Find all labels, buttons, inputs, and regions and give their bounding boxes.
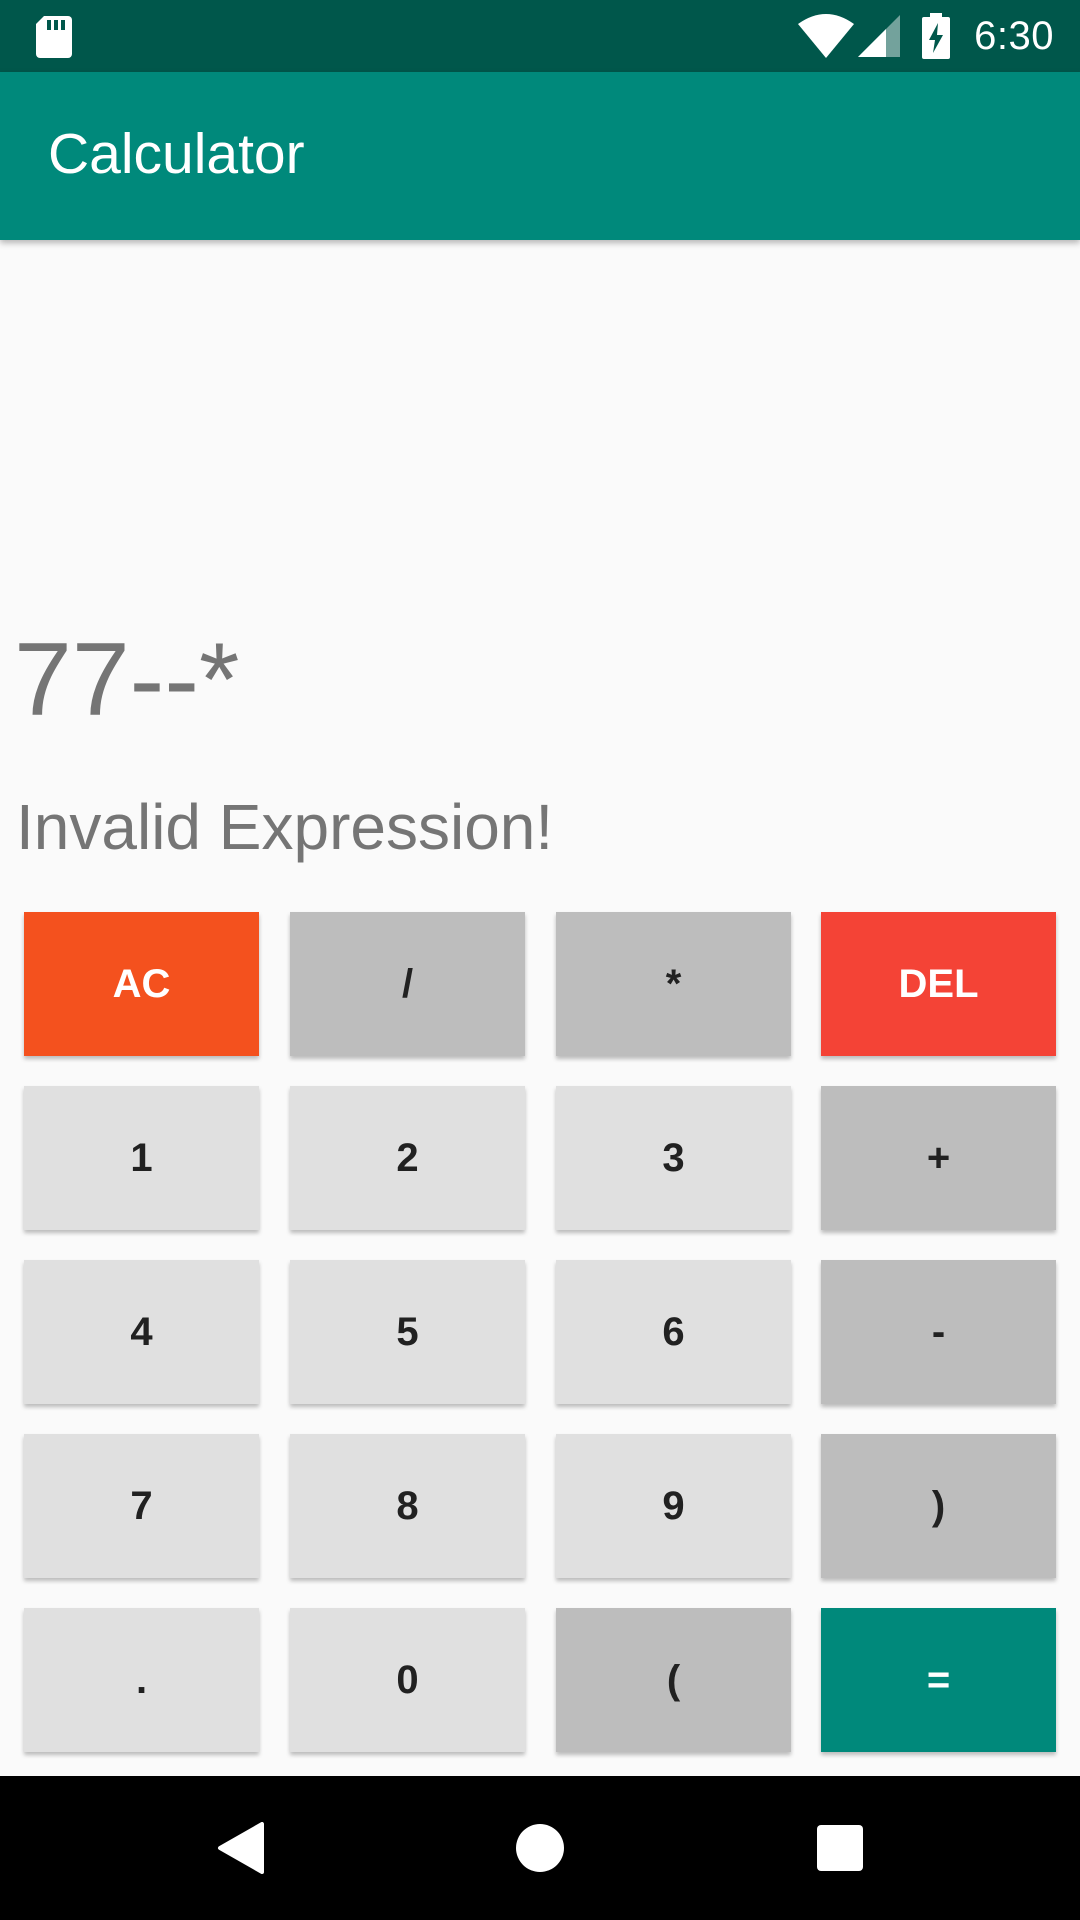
nav-back-button[interactable]	[160, 1776, 320, 1920]
digit-7-button[interactable]: 7	[24, 1434, 259, 1578]
open-paren-button[interactable]: (	[556, 1608, 791, 1752]
digit-8-button[interactable]: 8	[290, 1434, 525, 1578]
minus-button[interactable]: -	[821, 1260, 1056, 1404]
close-paren-button[interactable]: )	[821, 1434, 1056, 1578]
back-icon	[218, 1822, 264, 1874]
navigation-bar	[0, 1776, 1080, 1920]
equals-button[interactable]: =	[821, 1608, 1056, 1752]
multiply-button[interactable]: *	[556, 912, 791, 1056]
nav-recent-apps-button[interactable]	[760, 1776, 920, 1920]
digit-3-button[interactable]: 3	[556, 1086, 791, 1230]
delete-button[interactable]: DEL	[821, 912, 1056, 1056]
digit-1-button[interactable]: 1	[24, 1086, 259, 1230]
result-display: Invalid Expression!	[16, 791, 554, 863]
ac-button[interactable]: AC	[24, 912, 259, 1056]
digit-9-button[interactable]: 9	[556, 1434, 791, 1578]
status-icons: 6:30	[798, 0, 1054, 72]
nav-home-button[interactable]	[460, 1776, 620, 1920]
expression-display: 77--*	[14, 622, 240, 738]
digit-4-button[interactable]: 4	[24, 1260, 259, 1404]
app-title: Calculator	[48, 122, 305, 186]
keypad: AC / * DEL 1 2 3 + 4 5 6 - 7 8 9 ) . 0 (…	[24, 912, 1056, 1752]
home-icon	[516, 1824, 564, 1872]
status-time: 6:30	[974, 13, 1054, 58]
divide-button[interactable]: /	[290, 912, 525, 1056]
signal-icon	[858, 15, 901, 57]
sd-card-icon	[36, 16, 72, 58]
digit-0-button[interactable]: 0	[290, 1608, 525, 1752]
digit-2-button[interactable]: 2	[290, 1086, 525, 1230]
decimal-point-button[interactable]: .	[24, 1608, 259, 1752]
digit-5-button[interactable]: 5	[290, 1260, 525, 1404]
recent-apps-icon	[817, 1825, 863, 1871]
battery-charging-icon	[922, 13, 951, 59]
status-bar: 6:30	[0, 0, 1080, 72]
plus-button[interactable]: +	[821, 1086, 1056, 1230]
app-bar: Calculator	[0, 72, 1080, 240]
digit-6-button[interactable]: 6	[556, 1260, 791, 1404]
wifi-icon	[798, 14, 855, 58]
